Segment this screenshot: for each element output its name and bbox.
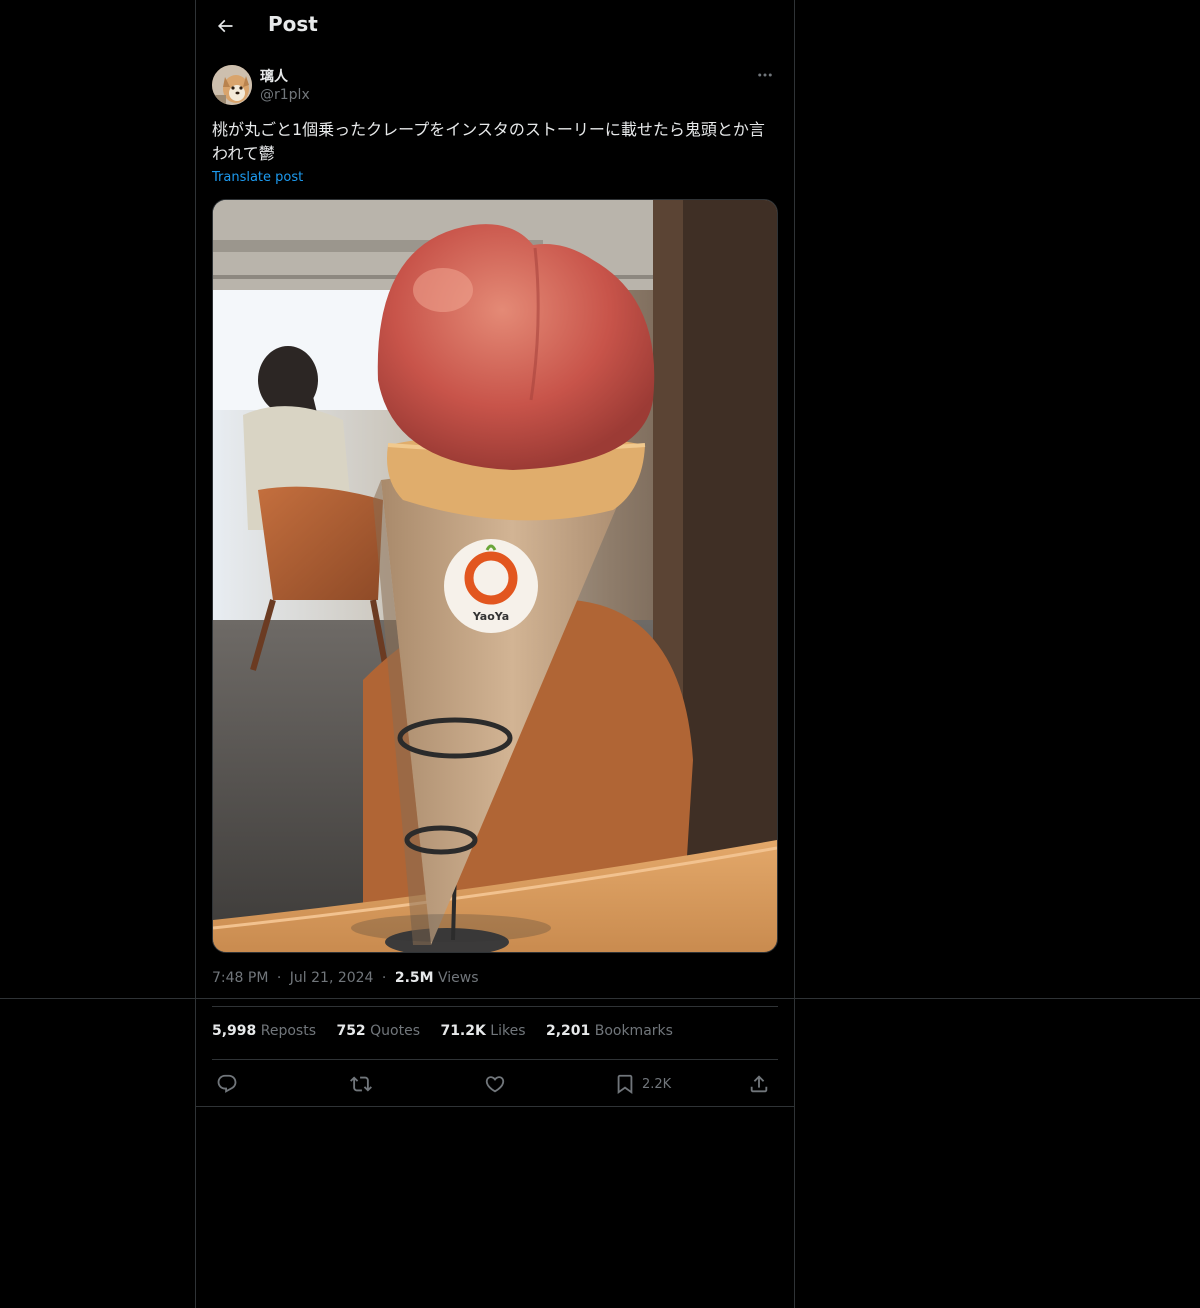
avatar[interactable] — [212, 65, 252, 105]
meta-separator: · — [381, 970, 387, 986]
author-display-name[interactable]: 璃人 — [260, 66, 288, 86]
bookmark-button[interactable]: 2.2K — [614, 1068, 671, 1100]
like-button[interactable] — [484, 1068, 506, 1100]
post-media-image[interactable]: YaoYa — [212, 199, 778, 953]
quotes-count: 752 — [336, 1023, 366, 1039]
quotes-label: Quotes — [370, 1023, 420, 1039]
more-horizontal-icon — [758, 73, 772, 77]
page-title: Post — [268, 12, 318, 36]
author-handle[interactable]: @r1plx — [260, 87, 310, 103]
translate-post-link[interactable]: Translate post — [212, 170, 303, 185]
views-label: Views — [438, 970, 479, 986]
post-actions: 2.2K — [212, 1068, 778, 1100]
likes-label: Likes — [490, 1023, 526, 1039]
main-column: Post 璃人 @r1plx 桃が丸ごと1個乗ったクレープをインスタのストーリー… — [195, 0, 795, 1308]
likes-count: 71.2K — [440, 1023, 486, 1039]
reply-icon — [217, 1074, 237, 1093]
repost-icon — [350, 1076, 372, 1092]
divider — [212, 1006, 778, 1007]
post-time[interactable]: 7:48 PM — [212, 970, 268, 986]
reposts-stat[interactable]: 5,998 Reposts — [212, 1023, 316, 1039]
repost-button[interactable] — [350, 1068, 372, 1100]
reposts-label: Reposts — [260, 1023, 316, 1039]
post-meta: 7:48 PM · Jul 21, 2024 · 2.5M Views — [212, 970, 479, 986]
bookmark-count: 2.2K — [642, 1076, 672, 1092]
arrow-left-icon — [217, 19, 233, 33]
heart-icon — [485, 1076, 505, 1093]
share-button[interactable] — [748, 1068, 770, 1100]
post-author: 璃人 @r1plx — [212, 64, 778, 108]
post-text: 桃が丸ごと1個乗ったクレープをインスタのストーリーに載せたら鬼頭とか言われて鬱 — [212, 120, 765, 163]
crepe-photo: YaoYa — [213, 200, 777, 952]
back-button[interactable] — [208, 9, 242, 43]
divider — [212, 1059, 778, 1060]
bookmarks-label: Bookmarks — [594, 1023, 673, 1039]
bookmarks-count: 2,201 — [545, 1023, 591, 1039]
reposts-count: 5,998 — [212, 1023, 257, 1039]
share-icon — [750, 1075, 768, 1093]
meta-separator: · — [276, 970, 282, 986]
post-stats: 5,998 Reposts 752 Quotes 71.2K Likes 2,2… — [212, 1023, 689, 1039]
yaoya-logo-text: YaoYa — [472, 610, 509, 623]
quotes-stat[interactable]: 752 Quotes — [336, 1023, 420, 1039]
likes-stat[interactable]: 71.2K Likes — [440, 1023, 525, 1039]
bookmark-icon — [617, 1074, 633, 1095]
post-header: Post — [196, 0, 794, 54]
post-date[interactable]: Jul 21, 2024 — [290, 970, 374, 986]
bookmarks-stat[interactable]: 2,201 Bookmarks — [546, 1023, 673, 1039]
more-options-button[interactable] — [752, 64, 778, 86]
avatar-dog-image — [212, 65, 252, 105]
divider — [196, 1106, 794, 1107]
views-count: 2.5M — [394, 970, 434, 986]
reply-button[interactable] — [216, 1068, 238, 1100]
